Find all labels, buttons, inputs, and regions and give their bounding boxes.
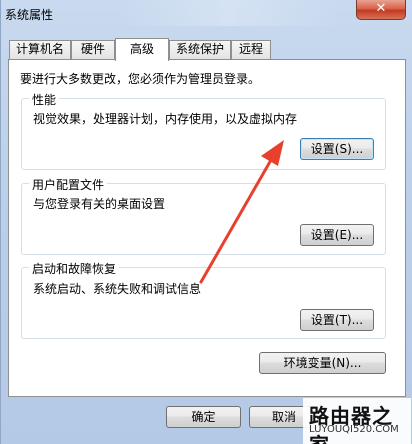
profiles-settings-button[interactable]: 设置(E)... — [300, 224, 374, 246]
group-description: 视觉效果，处理器计划，内存使用，以及虚拟内存 — [33, 112, 298, 126]
admin-note: 要进行大多数更改，您必须作为管理员登录。 — [20, 72, 261, 86]
tab-hardware[interactable]: 硬件 — [71, 40, 115, 59]
group-title: 启动和故障恢复 — [29, 260, 120, 277]
watermark-domain: LUYOUQI520.COM — [309, 424, 399, 435]
title-bar-glass — [119, 0, 339, 26]
tab-label: 计算机名 — [15, 42, 64, 56]
tab-label: 远程 — [238, 42, 263, 56]
environment-variables-button[interactable]: 环境变量(N)... — [259, 352, 386, 374]
group-description: 系统启动、系统失败和调试信息 — [33, 282, 202, 296]
tab-strip: 计算机名 硬件 高级 系统保护 远程 — [7, 38, 407, 61]
watermark-logo: 路由器之家 LUYOUQI520.COM — [303, 398, 411, 444]
performance-settings-button[interactable]: 设置(S)... — [300, 138, 374, 160]
close-button[interactable]: ✕ — [356, 0, 406, 20]
tab-system-protection[interactable]: 系统保护 — [169, 40, 231, 59]
tab-computer-name[interactable]: 计算机名 — [9, 40, 71, 59]
title-bar[interactable]: 系统属性 ✕ — [1, 0, 412, 26]
close-icon: ✕ — [375, 1, 387, 16]
tab-label: 系统保护 — [175, 42, 224, 56]
system-properties-window: 系统属性 ✕ 计算机名 硬件 高级 系统保护 远程 要进行大多数更改，您必须作为… — [0, 0, 412, 444]
tab-remote[interactable]: 远程 — [231, 40, 271, 59]
group-title: 用户配置文件 — [29, 176, 108, 193]
startup-settings-button[interactable]: 设置(T)... — [300, 309, 374, 331]
window-title: 系统属性 — [5, 8, 54, 22]
tab-label: 高级 — [129, 42, 154, 56]
group-title: 性能 — [29, 91, 60, 108]
tab-advanced[interactable]: 高级 — [115, 38, 169, 61]
group-description: 与您登录有关的桌面设置 — [33, 197, 166, 211]
watermark-brand: 路由器之家 — [309, 404, 393, 444]
tab-label: 硬件 — [80, 42, 105, 56]
ok-button[interactable]: 确定 — [166, 406, 241, 428]
